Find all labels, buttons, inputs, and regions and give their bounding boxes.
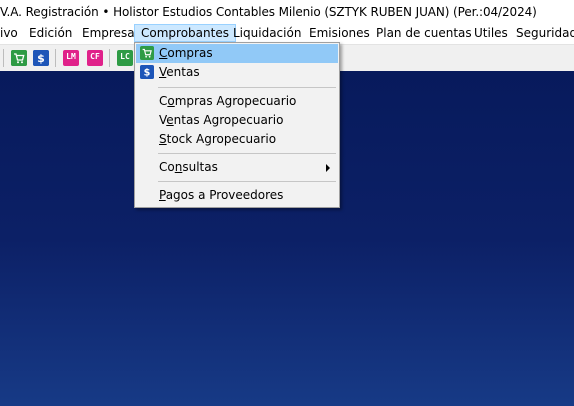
menu-separator [158, 87, 336, 88]
menu-bar: ivo Edición Empresa Comprobantes Liquida… [0, 23, 574, 43]
lc-icon[interactable]: LC [117, 50, 133, 66]
menu-item-label: Consultas [159, 160, 218, 174]
menu-item-ventas[interactable]: $ Ventas [136, 63, 338, 82]
submenu-arrow-icon [326, 164, 330, 172]
menu-item-pagos-a-proveedores[interactable]: Pagos a Proveedores [136, 186, 338, 205]
window-title: V.A. Registración • Holistor Estudios Co… [0, 5, 537, 19]
svg-text:$: $ [37, 52, 45, 65]
menu-item-ventas-agropecuario[interactable]: Ventas Agropecuario [136, 111, 338, 130]
menu-item-label: Stock Agropecuario [159, 132, 277, 146]
menu-item-label: Ventas [159, 65, 200, 79]
menu-plan-de-cuentas[interactable]: Plan de cuentas [370, 24, 478, 42]
menu-item-label: Ventas Agropecuario [159, 113, 284, 127]
menu-utiles[interactable]: Utiles [468, 24, 514, 42]
menu-item-stock-agropecuario[interactable]: Stock Agropecuario [136, 130, 338, 149]
menu-liquidacion[interactable]: Liquidación [227, 24, 307, 42]
menu-item-compras-agropecuario[interactable]: Compras Agropecuario [136, 92, 338, 111]
dollar-icon: $ [140, 65, 154, 79]
cart-icon[interactable] [11, 50, 27, 66]
menu-separator [158, 153, 336, 154]
menu-item-label: Pagos a Proveedores [159, 188, 284, 202]
menu-item-label: Compras [159, 46, 213, 60]
menu-emisiones[interactable]: Emisiones [303, 24, 376, 42]
svg-text:$: $ [144, 68, 151, 79]
menu-separator [158, 181, 336, 182]
menu-edicion[interactable]: Edición [23, 24, 78, 42]
menu-seguridad[interactable]: Seguridad [510, 24, 574, 42]
dollar-icon[interactable]: $ [33, 50, 49, 66]
toolbar-separator [109, 49, 110, 67]
lm-icon[interactable]: LM [63, 50, 79, 66]
toolbar-separator [3, 49, 4, 67]
toolbar-separator [55, 49, 56, 67]
cart-icon [140, 46, 154, 60]
comprobantes-dropdown: Compras $ Ventas Compras Agropecuario Ve… [134, 42, 340, 208]
menu-item-label: Compras Agropecuario [159, 94, 297, 108]
menu-item-compras[interactable]: Compras [136, 44, 338, 63]
menu-item-consultas[interactable]: Consultas [136, 158, 338, 177]
cf-icon[interactable]: CF [87, 50, 103, 66]
menu-archivo[interactable]: ivo [0, 24, 24, 42]
menu-empresa[interactable]: Empresa [76, 24, 141, 42]
title-bar: V.A. Registración • Holistor Estudios Co… [0, 0, 574, 24]
menu-comprobantes[interactable]: Comprobantes [134, 24, 236, 42]
